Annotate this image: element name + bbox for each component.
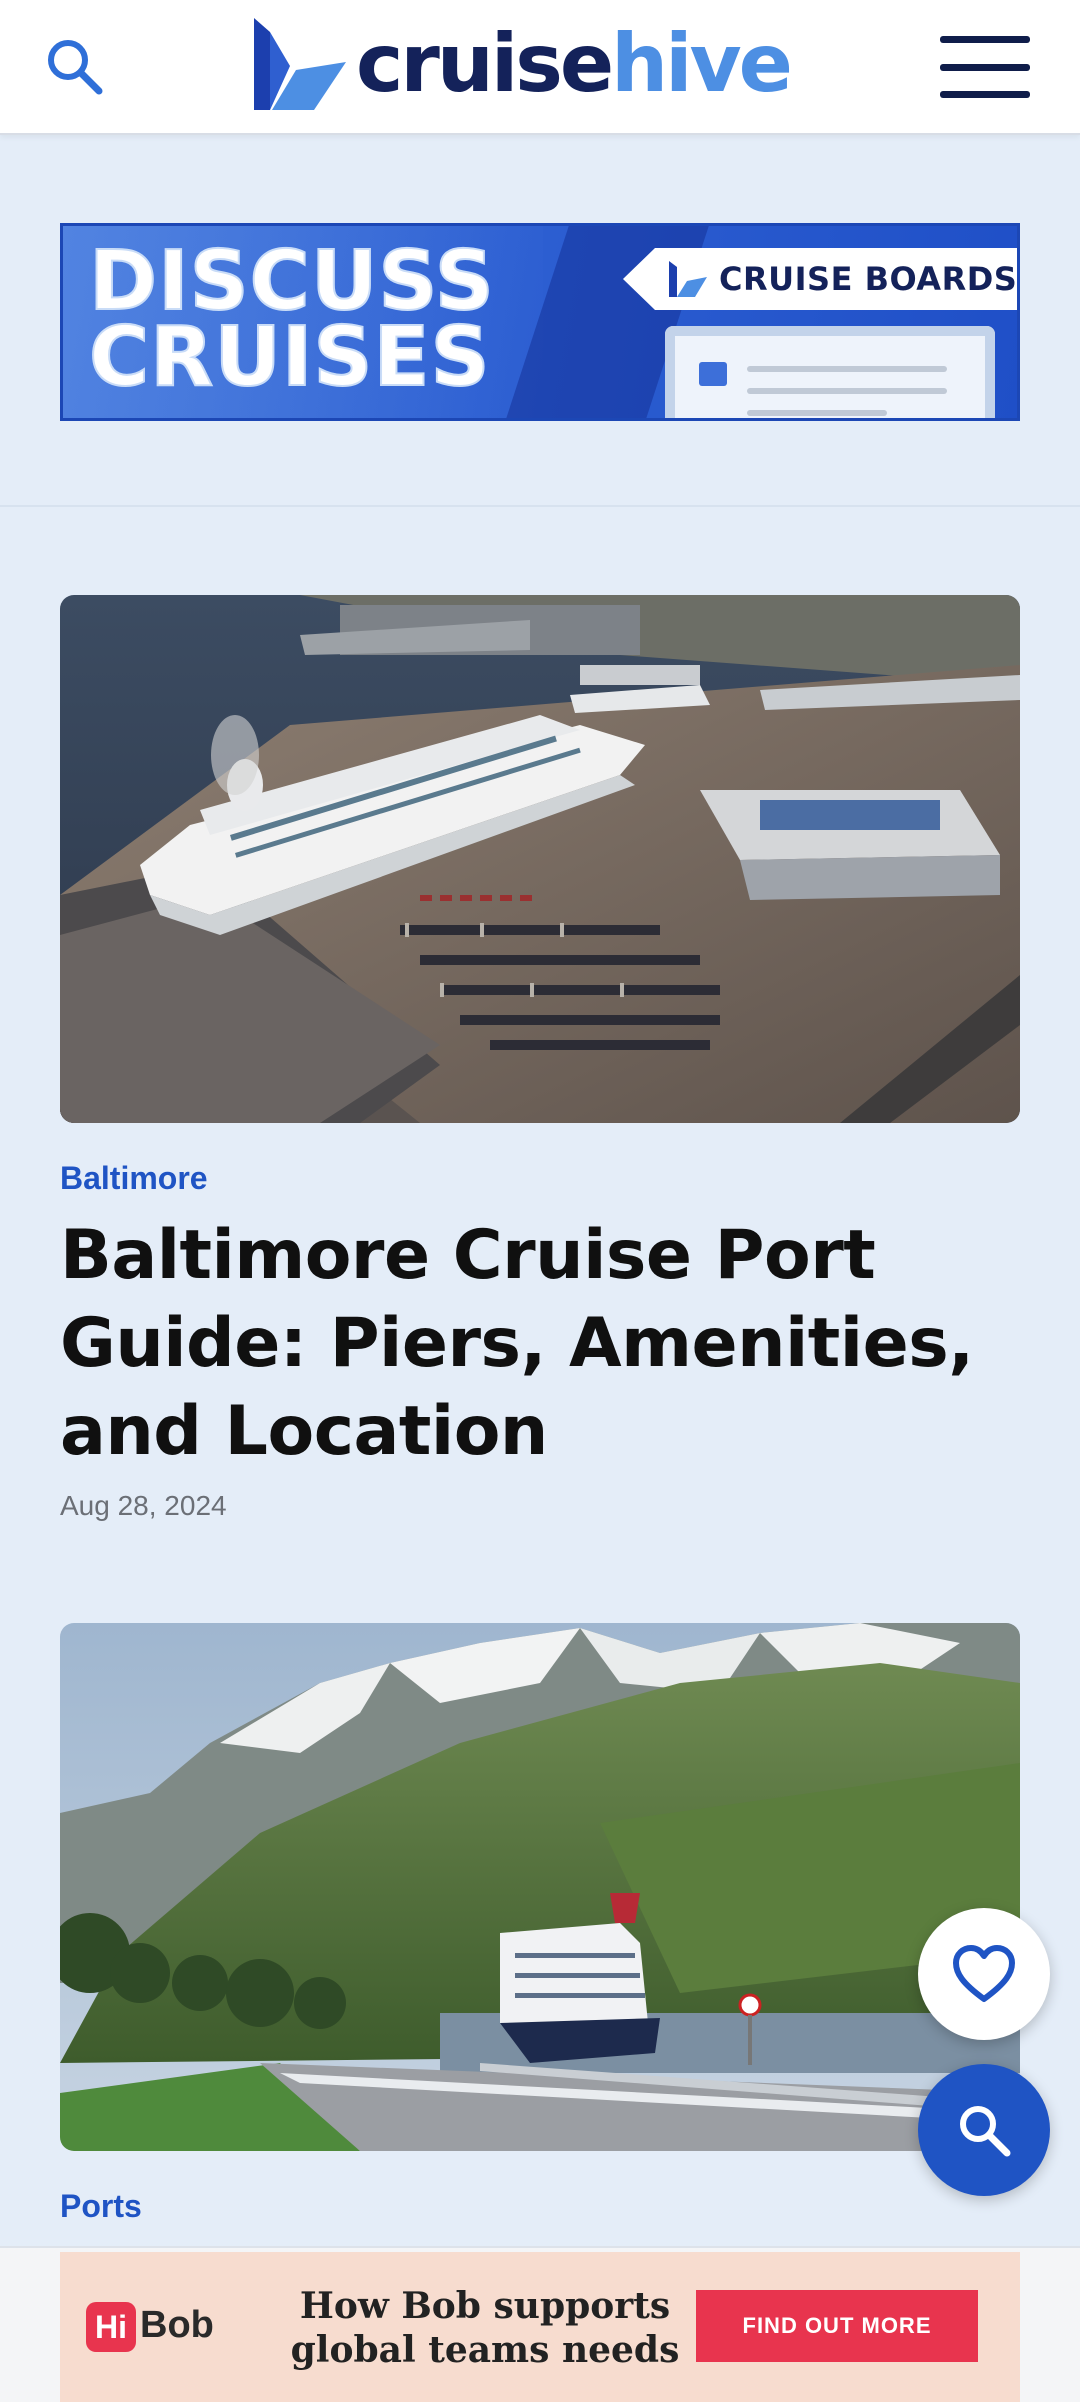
logo-wordmark: cruisehive [356, 24, 793, 104]
favorite-button[interactable] [918, 1908, 1050, 2040]
find-out-more-button[interactable]: FIND OUT MORE [696, 2290, 978, 2362]
doc-line [747, 410, 887, 416]
site-header: cruisehive [0, 0, 1080, 135]
search-icon [48, 40, 103, 95]
menu-line [940, 36, 1030, 43]
menu-line [940, 91, 1030, 98]
menu-line [940, 63, 1030, 71]
cruise-port-aerial-photo [60, 595, 1020, 1123]
cruisehive-logo[interactable]: cruisehive [250, 14, 793, 114]
discuss-cruises-banner[interactable]: DISCUSS CRUISES CRUISE BOARDS [60, 223, 1020, 421]
cruise-boards-label: CRUISE BOARDS [719, 260, 1018, 298]
article-title[interactable]: Baltimore Cruise Port Guide: Piers, Amen… [60, 1212, 1020, 1476]
article-category[interactable]: Baltimore [60, 1160, 208, 1197]
banner-title-line2: CRUISES [88, 310, 491, 405]
cruisehive-mark-icon [669, 261, 707, 297]
bottom-ad-bar: Hi Bob How Bob supports global teams nee… [0, 2246, 1080, 2402]
floating-search-button[interactable] [918, 2064, 1050, 2196]
logo-wordmark-hive: hive [611, 17, 793, 110]
hamburger-menu-icon[interactable] [940, 36, 1030, 98]
banner-title: DISCUSS CRUISES [88, 234, 559, 405]
chat-bubble-icon [699, 362, 727, 386]
article-category[interactable]: Ports [60, 2188, 142, 2225]
article-image-baltimore-port[interactable] [60, 595, 1020, 1123]
doc-line [747, 366, 947, 372]
fjord-cruise-photo [60, 1623, 1020, 2151]
forum-doc-illustration [665, 326, 995, 418]
header-search-button[interactable] [38, 30, 110, 102]
cruise-boards-tag: CRUISE BOARDS [623, 248, 1018, 310]
hibob-ad[interactable]: Hi Bob How Bob supports global teams nee… [60, 2252, 1020, 2402]
article-date: Aug 28, 2024 [60, 1490, 227, 1521]
hibob-logo-text: Bob [140, 2304, 214, 2346]
hibob-logo-badge: Hi [86, 2302, 136, 2352]
banner-title-line1: DISCUSS [88, 234, 495, 329]
logo-sail-icon [254, 18, 346, 110]
article-image-fjord-ship[interactable] [60, 1623, 1020, 2151]
doc-line [747, 388, 947, 394]
ad-copy: How Bob supports global teams needs [290, 2285, 680, 2371]
search-icon [960, 2106, 1011, 2157]
heart-icon [953, 1945, 1015, 2002]
promo-banner-section: DISCUSS CRUISES CRUISE BOARDS [0, 135, 1080, 507]
logo-wordmark-cruise: cruise [356, 17, 614, 110]
